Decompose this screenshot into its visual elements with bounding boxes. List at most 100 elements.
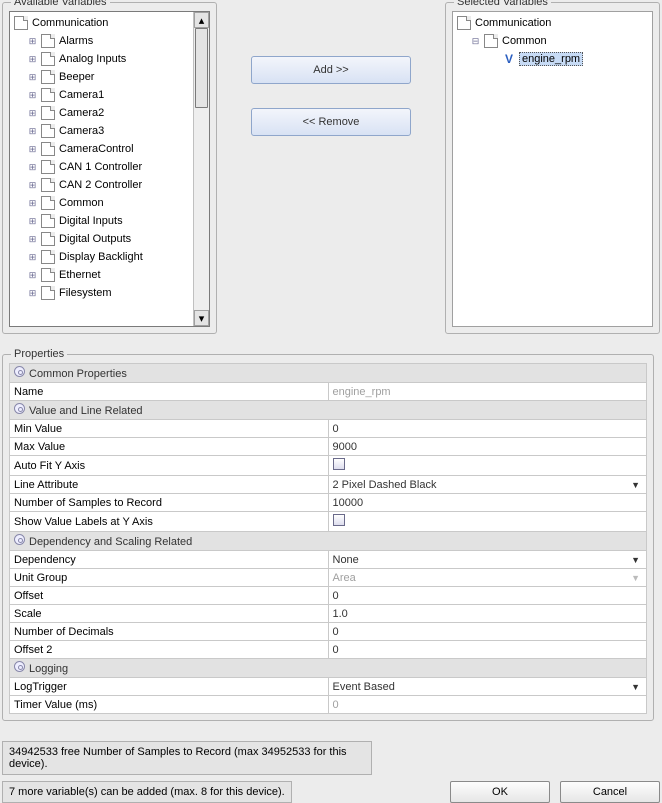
expand-handle-icon[interactable]: ⊞ <box>28 37 37 46</box>
expand-handle-icon[interactable]: ⊟ <box>471 37 480 46</box>
tree-item[interactable]: ⊞Ethernet <box>10 266 193 284</box>
tree-item[interactable]: ⊞Camera2 <box>10 104 193 122</box>
tree-item[interactable]: ⊞Alarms <box>10 32 193 50</box>
document-icon <box>41 88 55 102</box>
min-value-field[interactable]: 0 <box>328 420 647 438</box>
dependency-dropdown[interactable]: None▼ <box>328 551 647 569</box>
selected-variables-panel: Selected Variables Communication ⊟ Commo… <box>445 2 660 334</box>
document-icon <box>41 178 55 192</box>
expand-handle-icon[interactable]: ⊞ <box>28 163 37 172</box>
tree-item-selected[interactable]: ⊟ V engine_rpm <box>453 50 652 68</box>
tree-item[interactable]: ⊞Beeper <box>10 68 193 86</box>
tree-item[interactable]: Communication <box>453 14 652 32</box>
expand-handle-icon[interactable]: ⊞ <box>28 235 37 244</box>
autofit-checkbox[interactable] <box>328 456 647 476</box>
document-icon <box>41 286 55 300</box>
samples-field[interactable]: 10000 <box>328 494 647 512</box>
section-dependency: Dependency and Scaling Related <box>10 532 647 551</box>
document-icon <box>484 34 498 48</box>
show-labels-checkbox[interactable] <box>328 512 647 532</box>
expand-handle-icon[interactable]: ⊞ <box>28 217 37 226</box>
checkbox-icon <box>333 514 345 526</box>
section-value: Value and Line Related <box>10 401 647 420</box>
tree-item[interactable]: ⊞CAN 2 Controller <box>10 176 193 194</box>
document-icon <box>41 70 55 84</box>
prop-label: Scale <box>10 605 329 623</box>
document-icon <box>41 268 55 282</box>
prop-label: Show Value Labels at Y Axis <box>10 512 329 532</box>
prop-label: LogTrigger <box>10 678 329 696</box>
tree-item[interactable]: ⊟ Common <box>453 32 652 50</box>
prop-label: Max Value <box>10 438 329 456</box>
add-button[interactable]: Add >> <box>251 56 411 84</box>
line-attribute-dropdown[interactable]: 2 Pixel Dashed Black▼ <box>328 476 647 494</box>
document-icon <box>457 16 471 30</box>
document-icon <box>14 16 28 30</box>
decimals-field[interactable]: 0 <box>328 623 647 641</box>
properties-table: Common Properties Nameengine_rpm Value a… <box>9 363 647 714</box>
prop-label: Dependency <box>10 551 329 569</box>
checkbox-icon <box>333 458 345 470</box>
unit-group-dropdown: Area▼ <box>328 569 647 587</box>
section-common: Common Properties <box>10 364 647 383</box>
expand-handle-icon[interactable]: ⊞ <box>28 109 37 118</box>
document-icon <box>41 142 55 156</box>
tree-item[interactable]: ⊞Digital Outputs <box>10 230 193 248</box>
expand-handle-icon[interactable]: ⊞ <box>28 181 37 190</box>
tree-item[interactable]: ⊞Analog Inputs <box>10 50 193 68</box>
tree-item[interactable]: ⊞Camera3 <box>10 122 193 140</box>
scroll-thumb[interactable] <box>195 28 208 108</box>
chevron-down-icon: ▼ <box>631 480 640 490</box>
status-samples: 34942533 free Number of Samples to Recor… <box>2 741 372 775</box>
prop-label: Unit Group <box>10 569 329 587</box>
expand-handle-icon[interactable]: ⊞ <box>28 253 37 262</box>
document-icon <box>41 52 55 66</box>
key-icon <box>14 366 25 377</box>
available-scrollbar[interactable]: ▴ ▾ <box>193 12 209 326</box>
prop-label: Name <box>10 383 329 401</box>
document-icon <box>41 124 55 138</box>
properties-title: Properties <box>11 348 67 360</box>
name-value: engine_rpm <box>328 383 647 401</box>
document-icon <box>41 196 55 210</box>
max-value-field[interactable]: 9000 <box>328 438 647 456</box>
expand-handle-icon[interactable]: ⊞ <box>28 271 37 280</box>
offset2-field[interactable]: 0 <box>328 641 647 659</box>
expand-handle-icon[interactable]: ⊞ <box>28 127 37 136</box>
tree-item[interactable]: ⊞Display Backlight <box>10 248 193 266</box>
available-tree[interactable]: Communication⊞Alarms⊞Analog Inputs⊞Beepe… <box>9 11 210 327</box>
tree-item[interactable]: ⊞CameraControl <box>10 140 193 158</box>
expand-handle-icon[interactable]: ⊞ <box>28 91 37 100</box>
cancel-button[interactable]: Cancel <box>560 781 660 803</box>
scroll-down-button[interactable]: ▾ <box>194 310 209 326</box>
document-icon <box>41 250 55 264</box>
document-icon <box>41 160 55 174</box>
document-icon <box>41 34 55 48</box>
expand-handle-icon[interactable]: ⊞ <box>28 73 37 82</box>
tree-item[interactable]: ⊞Filesystem <box>10 284 193 302</box>
tree-item[interactable]: Communication <box>10 14 193 32</box>
status-variables: 7 more variable(s) can be added (max. 8 … <box>2 781 292 803</box>
variable-icon: V <box>502 52 516 66</box>
scroll-up-button[interactable]: ▴ <box>194 12 209 28</box>
chevron-down-icon: ▼ <box>631 555 640 565</box>
tree-item[interactable]: ⊞Camera1 <box>10 86 193 104</box>
prop-label: Number of Samples to Record <box>10 494 329 512</box>
ok-button[interactable]: OK <box>450 781 550 803</box>
prop-label: Number of Decimals <box>10 623 329 641</box>
prop-label: Offset <box>10 587 329 605</box>
logtrigger-dropdown[interactable]: Event Based▼ <box>328 678 647 696</box>
tree-item[interactable]: ⊞Digital Inputs <box>10 212 193 230</box>
selected-tree[interactable]: Communication ⊟ Common ⊟ V engine_rpm <box>452 11 653 327</box>
expand-handle-icon[interactable]: ⊞ <box>28 55 37 64</box>
chevron-down-icon: ▼ <box>631 573 640 583</box>
expand-handle-icon[interactable]: ⊞ <box>28 289 37 298</box>
expand-handle-icon[interactable]: ⊞ <box>28 199 37 208</box>
tree-item[interactable]: ⊞Common <box>10 194 193 212</box>
chevron-down-icon: ▼ <box>631 682 640 692</box>
offset-field[interactable]: 0 <box>328 587 647 605</box>
scale-field[interactable]: 1.0 <box>328 605 647 623</box>
tree-item[interactable]: ⊞CAN 1 Controller <box>10 158 193 176</box>
expand-handle-icon[interactable]: ⊞ <box>28 145 37 154</box>
remove-button[interactable]: << Remove <box>251 108 411 136</box>
